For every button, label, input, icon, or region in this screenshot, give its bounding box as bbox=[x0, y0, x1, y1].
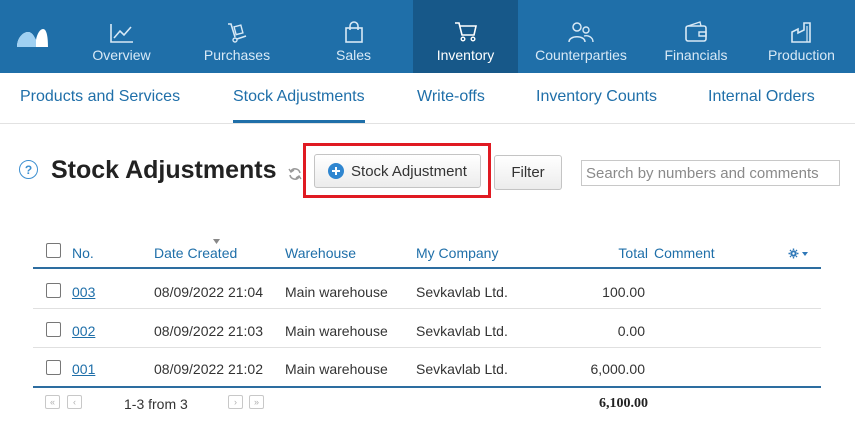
filter-button[interactable]: Filter bbox=[494, 155, 562, 190]
wallet-icon bbox=[685, 21, 707, 42]
subnav-inventory-counts[interactable]: Inventory Counts bbox=[536, 88, 657, 106]
page-title: Stock Adjustments bbox=[51, 156, 277, 184]
row-number-link[interactable]: 003 bbox=[72, 284, 95, 300]
first-page-icon[interactable]: « bbox=[45, 395, 60, 409]
help-icon[interactable]: ? bbox=[19, 160, 38, 179]
nav-label: Financials bbox=[664, 47, 728, 63]
column-total[interactable]: Total bbox=[618, 245, 648, 261]
shopping-cart-icon bbox=[454, 22, 477, 42]
row-number-link[interactable]: 002 bbox=[72, 323, 95, 339]
table-row[interactable]: 003 08/09/2022 21:04 Main warehouse Sevk… bbox=[33, 271, 821, 309]
pagination-range: 1-3 from 3 bbox=[124, 396, 188, 412]
row-total: 100.00 bbox=[602, 284, 645, 300]
row-company: Sevkavlab Ltd. bbox=[416, 323, 508, 339]
row-checkbox[interactable] bbox=[46, 360, 61, 375]
sub-nav: Products and Services Stock Adjustments … bbox=[0, 73, 855, 124]
row-company: Sevkavlab Ltd. bbox=[416, 284, 508, 300]
table-footer-line bbox=[33, 386, 821, 388]
last-page-icon[interactable]: » bbox=[249, 395, 264, 409]
row-warehouse: Main warehouse bbox=[285, 284, 388, 300]
nav-production[interactable]: Production bbox=[748, 0, 855, 73]
row-checkbox[interactable] bbox=[46, 322, 61, 337]
nav-financials[interactable]: Financials bbox=[644, 0, 748, 73]
subnav-stock-adjustments[interactable]: Stock Adjustments bbox=[233, 88, 365, 123]
select-all-checkbox[interactable] bbox=[46, 243, 61, 258]
next-page-icon[interactable]: › bbox=[228, 395, 243, 409]
grand-total: 6,100.00 bbox=[599, 396, 648, 411]
sort-desc-icon bbox=[213, 239, 220, 244]
factory-icon bbox=[790, 22, 811, 43]
column-warehouse[interactable]: Warehouse bbox=[285, 245, 356, 261]
column-date-created[interactable]: Date Created bbox=[154, 245, 237, 261]
row-date: 08/09/2022 21:03 bbox=[154, 323, 263, 339]
hand-truck-icon bbox=[228, 23, 247, 43]
chart-line-icon bbox=[109, 24, 133, 43]
subnav-internal-orders[interactable]: Internal Orders bbox=[708, 88, 815, 106]
table-row[interactable]: 001 08/09/2022 21:02 Main warehouse Sevk… bbox=[33, 348, 821, 386]
add-stock-adjustment-button[interactable]: Stock Adjustment bbox=[314, 154, 481, 188]
row-date: 08/09/2022 21:02 bbox=[154, 361, 263, 377]
users-icon bbox=[568, 22, 594, 43]
row-warehouse: Main warehouse bbox=[285, 323, 388, 339]
nav-inventory[interactable]: Inventory bbox=[413, 0, 518, 73]
nav-label: Sales bbox=[335, 47, 372, 63]
nav-label: Purchases bbox=[203, 47, 271, 63]
row-company: Sevkavlab Ltd. bbox=[416, 361, 508, 377]
row-warehouse: Main warehouse bbox=[285, 361, 388, 377]
shopping-bag-icon bbox=[344, 21, 363, 43]
prev-page-icon[interactable]: ‹ bbox=[67, 395, 82, 409]
nav-label: Overview bbox=[92, 47, 151, 63]
table-header: No. Date Created Warehouse My Company To… bbox=[33, 232, 821, 269]
column-no[interactable]: No. bbox=[72, 245, 94, 261]
refresh-icon[interactable] bbox=[288, 167, 302, 181]
row-date: 08/09/2022 21:04 bbox=[154, 284, 263, 300]
add-button-label: Stock Adjustment bbox=[351, 162, 467, 180]
nav-sales[interactable]: Sales bbox=[294, 0, 413, 73]
row-total: 0.00 bbox=[617, 323, 645, 339]
app-logo[interactable] bbox=[0, 0, 63, 73]
cloud-logo-icon bbox=[16, 28, 48, 47]
subnav-write-offs[interactable]: Write-offs bbox=[417, 88, 485, 106]
nav-purchases[interactable]: Purchases bbox=[180, 0, 294, 73]
search-input[interactable] bbox=[581, 160, 840, 186]
column-my-company[interactable]: My Company bbox=[416, 245, 498, 261]
column-comment[interactable]: Comment bbox=[654, 245, 715, 261]
row-checkbox[interactable] bbox=[46, 283, 61, 298]
nav-overview[interactable]: Overview bbox=[63, 0, 180, 73]
nav-counterparties[interactable]: Counterparties bbox=[518, 0, 644, 73]
subnav-products-and-services[interactable]: Products and Services bbox=[20, 88, 180, 106]
nav-label: Production bbox=[768, 47, 835, 63]
top-nav: Overview Purchases Sales Inventory Count… bbox=[0, 0, 855, 73]
nav-label: Inventory bbox=[436, 47, 495, 63]
row-total: 6,000.00 bbox=[590, 361, 646, 377]
row-number-link[interactable]: 001 bbox=[72, 361, 95, 377]
plus-circle-icon bbox=[328, 163, 345, 179]
nav-label: Counterparties bbox=[535, 47, 627, 63]
table-row[interactable]: 002 08/09/2022 21:03 Main warehouse Sevk… bbox=[33, 310, 821, 348]
column-settings-gear-icon[interactable] bbox=[788, 248, 810, 259]
